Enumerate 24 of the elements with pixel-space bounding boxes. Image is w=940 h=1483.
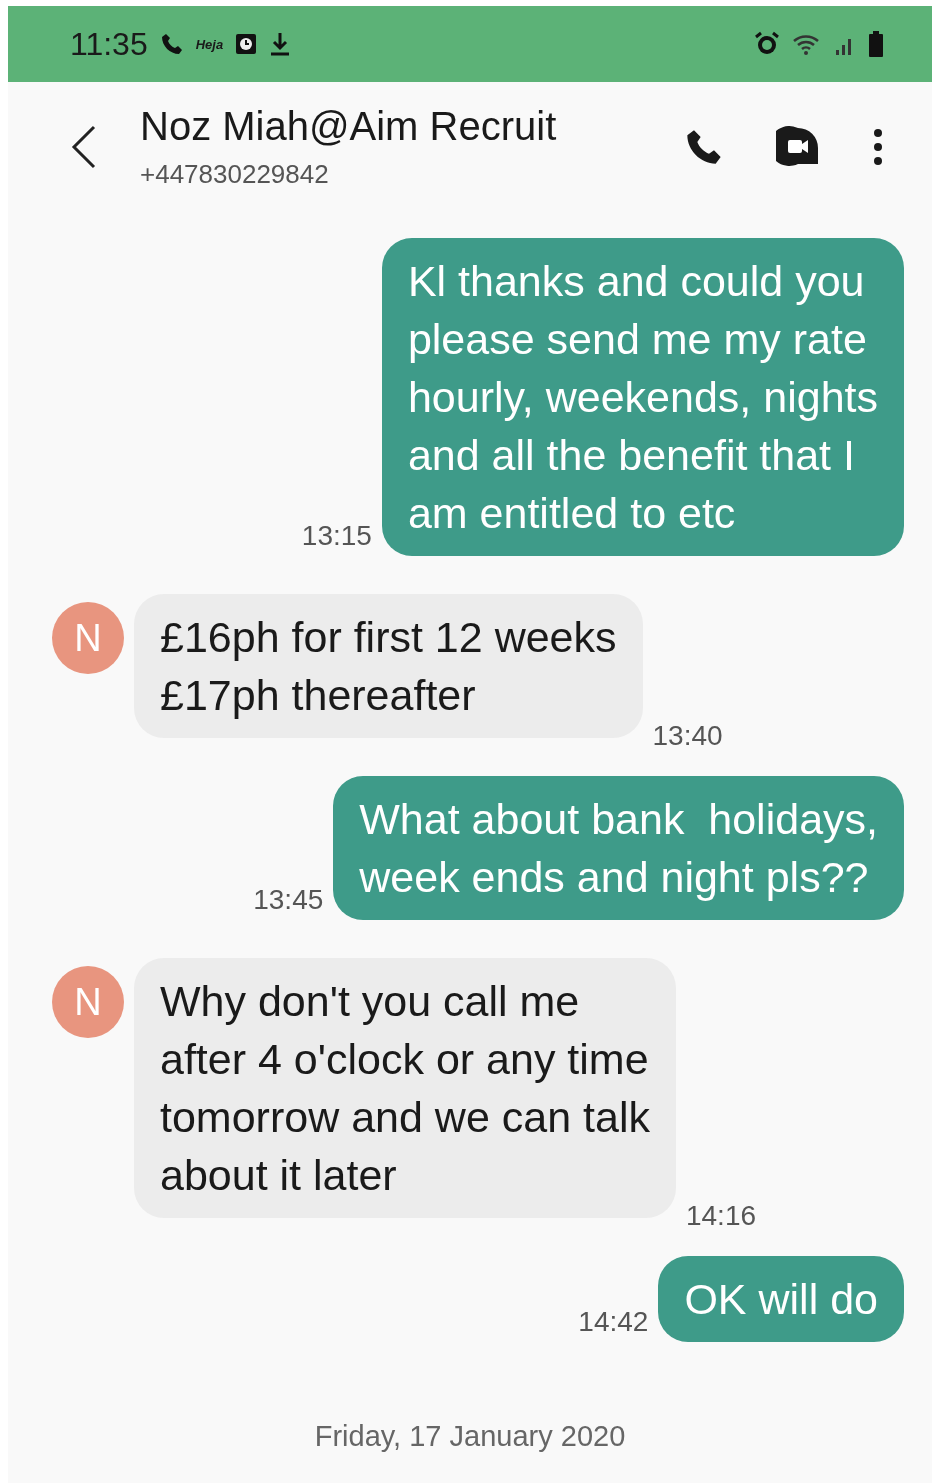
more-options-icon[interactable] xyxy=(872,127,884,167)
battery-icon xyxy=(868,31,884,57)
message-time: 13:40 xyxy=(652,720,723,752)
download-icon xyxy=(269,32,292,56)
alarm-icon xyxy=(754,31,780,57)
sent-message: What about bank holidays, week ends and night pls?? xyxy=(333,776,904,920)
phone-number: +447830229842 xyxy=(140,159,330,190)
carrier-label: Heja xyxy=(195,36,224,52)
message-time: 13:45 xyxy=(253,884,324,916)
contact-avatar: N xyxy=(52,966,124,1038)
back-icon[interactable] xyxy=(70,124,98,170)
clock-icon xyxy=(235,33,258,55)
contact-name: Noz Miah@Aim Recruit xyxy=(140,104,558,149)
contact-avatar: N xyxy=(52,602,124,674)
sent-message: Kl thanks and could you please send me my rate hourly, weekends, nights and all the benefit that I am entitled to etc xyxy=(381,238,904,556)
received-message: Why don't you call me after 4 o'clock or any time tomorrow and we can talk about it later xyxy=(134,958,676,1218)
sent-message: OK will do xyxy=(658,1256,904,1342)
received-message: £16ph for first 12 weeks £17ph thereafter xyxy=(134,594,643,738)
message-time: 14:42 xyxy=(578,1306,649,1338)
status-time: 11:35 xyxy=(70,25,148,63)
video-call-icon[interactable] xyxy=(776,126,820,168)
phone-icon xyxy=(159,32,184,56)
message-time: 14:16 xyxy=(685,1200,757,1232)
message-time: 13:15 xyxy=(301,520,372,552)
